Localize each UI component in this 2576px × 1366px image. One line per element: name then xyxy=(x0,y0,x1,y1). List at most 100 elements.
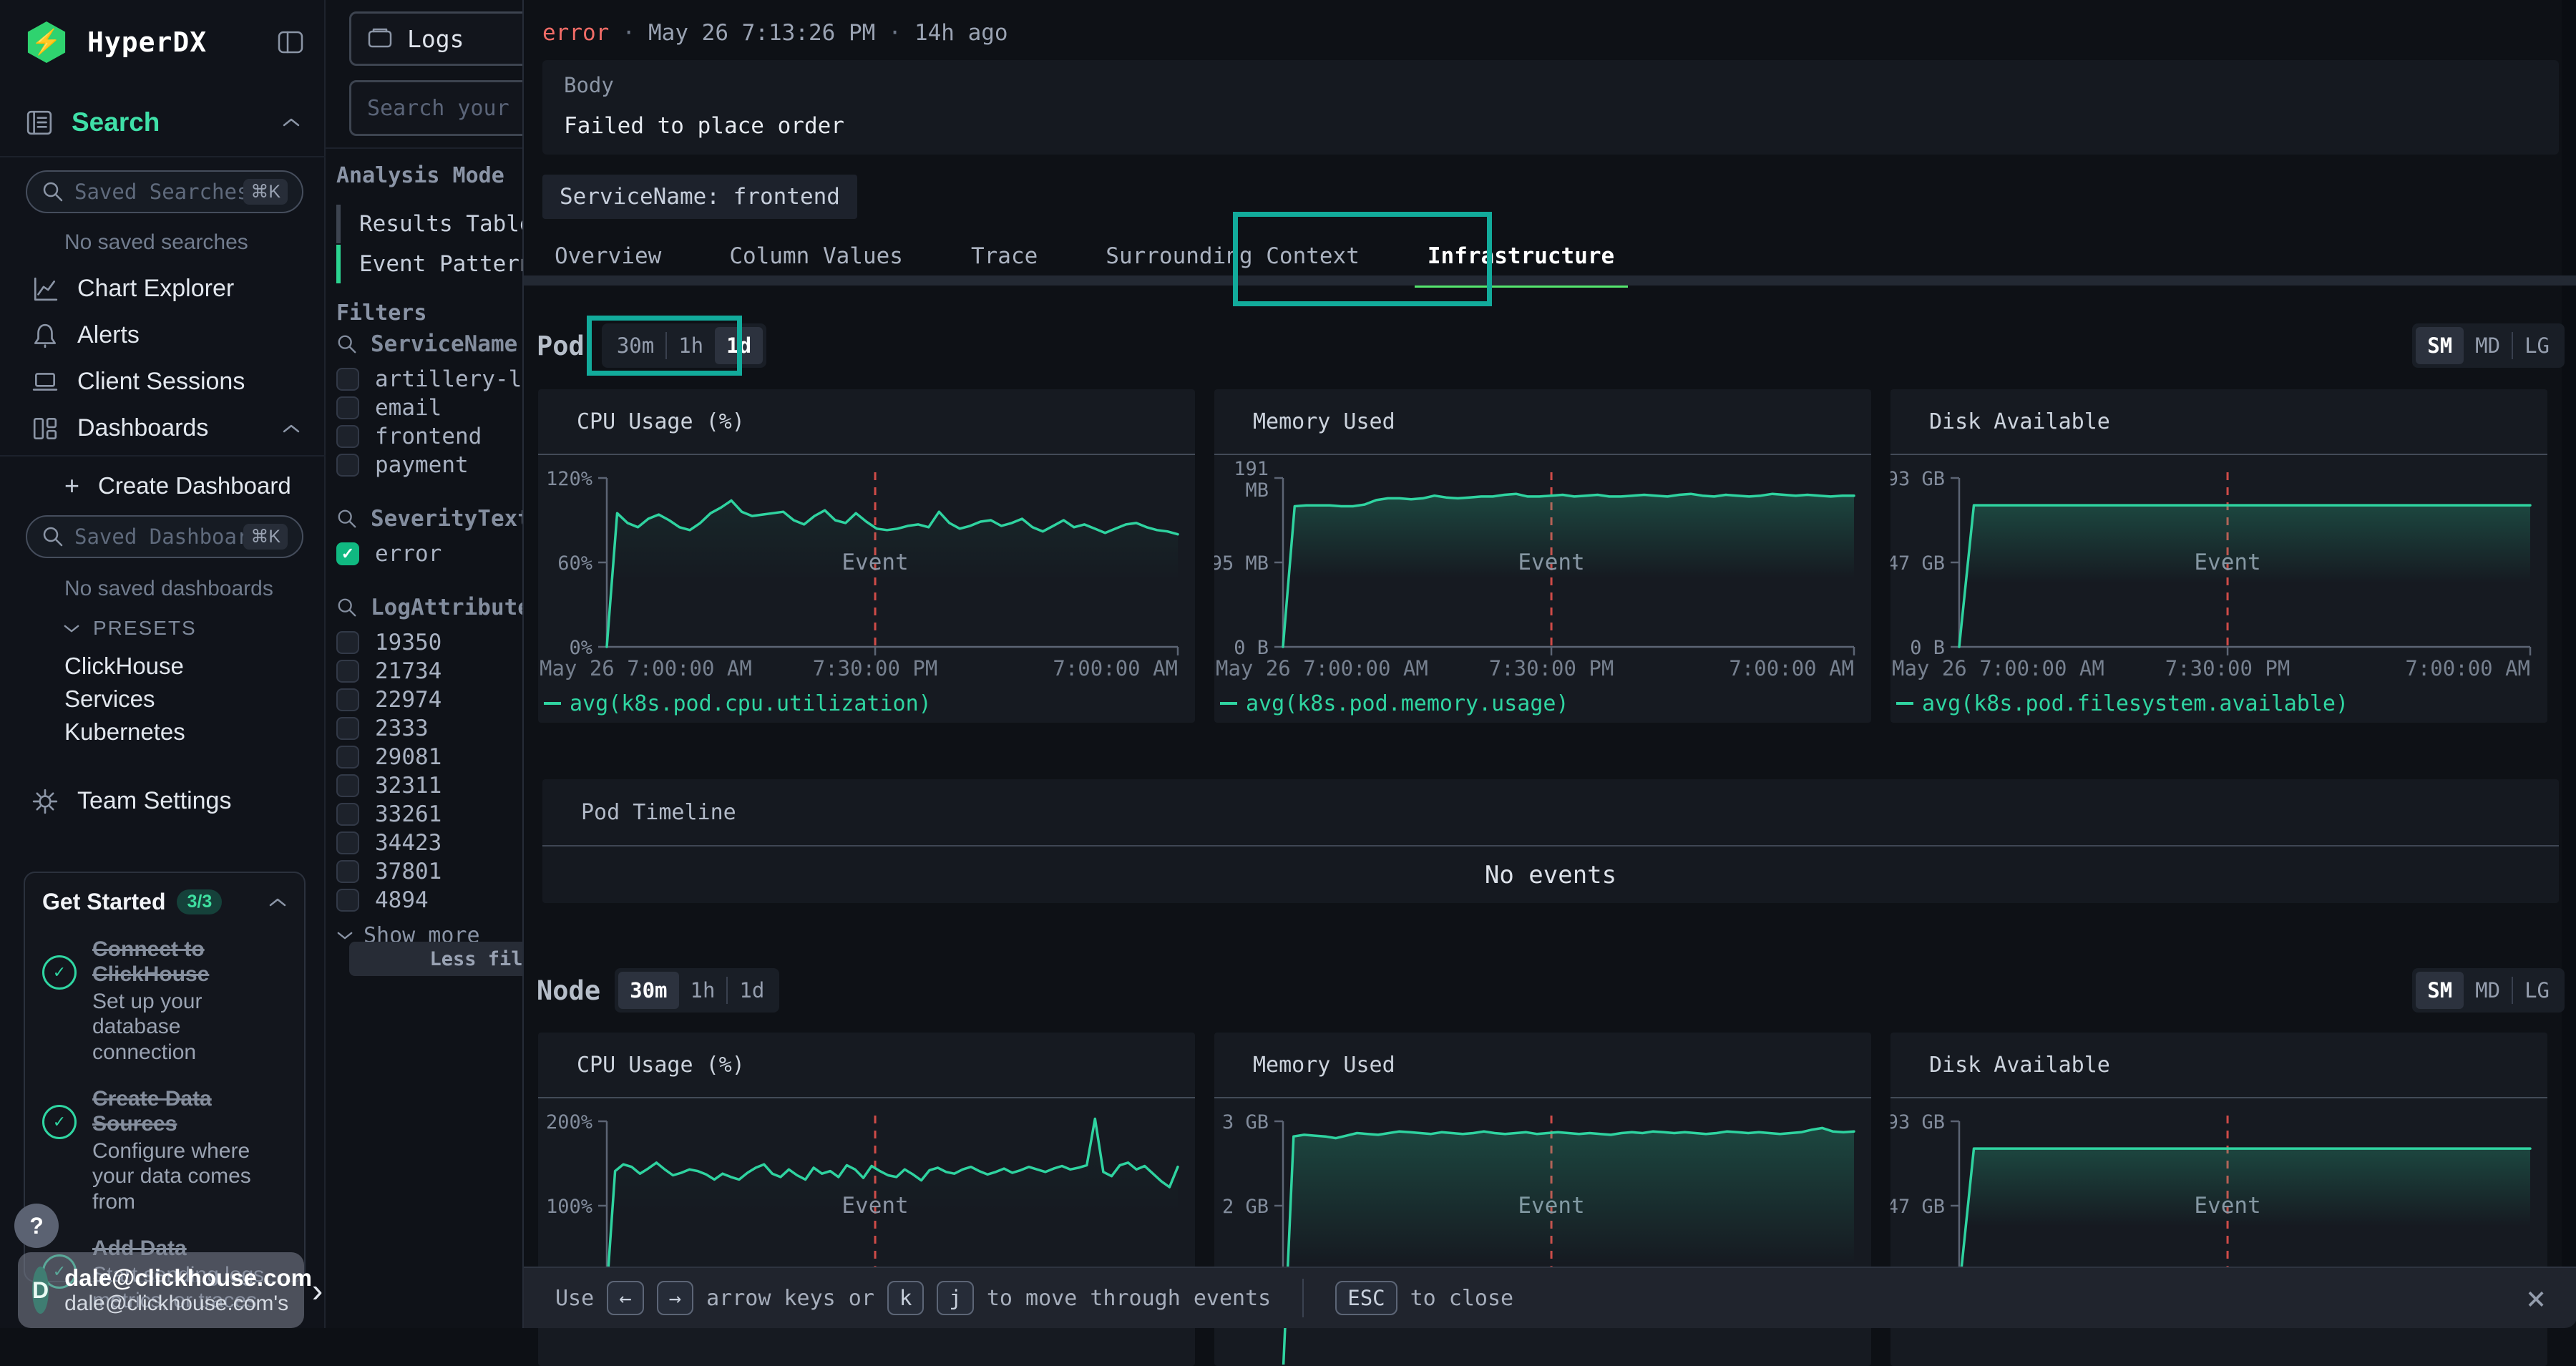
filter-option-row[interactable]: 34423 xyxy=(336,829,533,857)
filter-checkbox[interactable] xyxy=(336,889,359,912)
tab-column-values[interactable]: Column Values xyxy=(729,243,903,269)
body-value: Failed to place order xyxy=(564,113,2537,139)
filter-option-row[interactable]: 22974 xyxy=(336,686,533,714)
pod-memory-chart[interactable]: 191MB95 MB0 BEventMay 26 7:00:00 AM7:30:… xyxy=(1214,455,1871,721)
saved-dashboards-placeholder: Saved Dashboards xyxy=(74,525,243,549)
filter-option-row[interactable]: 2333 xyxy=(336,714,533,743)
analysis-mode-event-patterns[interactable]: Event Patterns xyxy=(336,245,546,283)
tab-trace[interactable]: Trace xyxy=(971,243,1038,269)
filter-option-row[interactable]: frontend xyxy=(336,422,533,451)
severity-badge: error xyxy=(542,20,609,46)
chevron-up-icon[interactable] xyxy=(268,897,287,908)
sidebar-collapse-icon[interactable] xyxy=(276,28,305,57)
get-started-step[interactable]: ✓ Create Data Sources Configure where yo… xyxy=(42,1086,287,1214)
create-dashboard-button[interactable]: + Create Dashboard xyxy=(64,471,333,501)
filter-option-row[interactable]: 37801 xyxy=(336,857,533,886)
analysis-mode-results-table[interactable]: Results Table xyxy=(336,205,533,243)
sidebar-item-search[interactable]: Search xyxy=(26,107,301,137)
range-1h[interactable]: 1h xyxy=(679,972,727,1009)
scrollbar-gutter[interactable] xyxy=(2562,0,2576,1267)
sidebar-item-team-settings[interactable]: Team Settings xyxy=(31,787,301,815)
size-sm[interactable]: SM xyxy=(2416,972,2464,1009)
close-icon[interactable]: × xyxy=(2526,1282,2546,1314)
plus-icon: + xyxy=(64,471,79,501)
user-menu[interactable]: D dale@clickhouse.com dale@clickhouse.co… xyxy=(18,1252,304,1328)
filter-option-row[interactable]: payment xyxy=(336,451,533,479)
size-md[interactable]: MD xyxy=(2464,972,2512,1009)
filter-checkbox[interactable] xyxy=(336,368,359,391)
sidebar-item-chart-explorer[interactable]: Chart Explorer xyxy=(31,275,301,303)
filter-checkbox[interactable]: ✓ xyxy=(336,542,359,565)
filter-option-row[interactable]: 33261 xyxy=(336,800,533,829)
filter-option-row[interactable]: ✓error xyxy=(336,540,533,568)
svg-text:7:00:00 AM: 7:00:00 AM xyxy=(1053,656,1178,680)
filter-checkbox[interactable] xyxy=(336,860,359,883)
saved-dashboards-input[interactable]: Saved Dashboards ⌘K xyxy=(26,515,303,558)
filter-option-label: email xyxy=(375,395,441,421)
chevron-up-icon[interactable] xyxy=(282,117,301,128)
pod-section-header: Pod 30m 1h 1d SM MD LG xyxy=(537,316,2565,376)
source-select-button[interactable]: Logs xyxy=(349,11,530,66)
filter-option-row[interactable]: 19350 xyxy=(336,628,533,657)
preset-services[interactable]: Services xyxy=(64,686,155,713)
range-1d[interactable]: 1d xyxy=(715,327,763,364)
hyperdx-app: ⚡ HyperDX Search Saved Searches ⌘K No sa… xyxy=(0,0,2576,1328)
chevron-up-icon[interactable] xyxy=(282,423,301,434)
preset-kubernetes[interactable]: Kubernetes xyxy=(64,718,185,746)
filter-checkbox[interactable] xyxy=(336,688,359,711)
step-title: Create Data Sources xyxy=(92,1086,287,1137)
size-lg[interactable]: LG xyxy=(2513,327,2561,364)
pod-disk-chart[interactable]: 93 GB47 GB0 BEventMay 26 7:00:00 AM7:30:… xyxy=(1890,455,2547,721)
filter-checkbox[interactable] xyxy=(336,746,359,769)
get-started-progress-badge: 3/3 xyxy=(177,889,222,914)
help-button[interactable]: ? xyxy=(14,1204,59,1248)
filter-checkbox[interactable] xyxy=(336,803,359,826)
size-sm[interactable]: SM xyxy=(2416,327,2464,364)
range-1d[interactable]: 1d xyxy=(728,972,776,1009)
presets-label: PRESETS xyxy=(93,617,197,640)
sidebar-item-client-sessions[interactable]: Client Sessions xyxy=(31,368,301,396)
filter-checkbox[interactable] xyxy=(336,454,359,477)
filter-option-row[interactable]: 21734 xyxy=(336,657,533,686)
range-1h[interactable]: 1h xyxy=(667,327,715,364)
chart-title: Memory Used xyxy=(1214,1033,1871,1098)
tab-infrastructure[interactable]: Infrastructure xyxy=(1428,243,1614,269)
no-saved-searches-text: No saved searches xyxy=(64,230,248,255)
size-lg[interactable]: LG xyxy=(2513,972,2561,1009)
sidebar-item-alerts[interactable]: Alerts xyxy=(31,321,301,349)
filter-checkbox[interactable] xyxy=(336,774,359,797)
filter-option-row[interactable]: artillery-loa xyxy=(336,365,533,394)
tab-surrounding-context[interactable]: Surrounding Context xyxy=(1106,243,1360,269)
filter-checkbox[interactable] xyxy=(336,631,359,654)
filter-group-header[interactable]: SeverityText xyxy=(336,502,533,535)
tabbar-divider xyxy=(524,275,2576,286)
filter-option-row[interactable]: 29081 xyxy=(336,743,533,771)
filter-group-header[interactable]: LogAttributes xyxy=(336,591,533,624)
footer-text: to close xyxy=(1410,1286,1514,1311)
filter-option-row[interactable]: email xyxy=(336,394,533,422)
service-name-tag[interactable]: ServiceName: frontend xyxy=(542,175,857,219)
filter-checkbox[interactable] xyxy=(336,396,359,419)
sidebar-item-dashboards[interactable]: Dashboards xyxy=(31,414,301,442)
size-md[interactable]: MD xyxy=(2464,327,2512,364)
get-started-step[interactable]: ✓ Connect to ClickHouse Set up your data… xyxy=(42,937,287,1065)
filter-checkbox[interactable] xyxy=(336,831,359,854)
svg-text:avg(k8s.pod.filesystem.availab: avg(k8s.pod.filesystem.available) xyxy=(1922,691,2348,716)
range-30m[interactable]: 30m xyxy=(605,327,665,364)
separator-dot: · xyxy=(622,20,635,46)
range-30m[interactable]: 30m xyxy=(618,972,678,1009)
preset-clickhouse[interactable]: ClickHouse xyxy=(64,653,184,680)
filter-checkbox[interactable] xyxy=(336,660,359,683)
pod-cpu-chart[interactable]: 120%60%0%EventMay 26 7:00:00 AM7:30:00 P… xyxy=(538,455,1195,721)
filter-option-row[interactable]: 32311 xyxy=(336,771,533,800)
filter-option-label: 21734 xyxy=(375,658,441,684)
event-search-input[interactable]: Search your ev xyxy=(349,80,530,136)
saved-searches-input[interactable]: Saved Searches ⌘K xyxy=(26,170,303,213)
filter-checkbox[interactable] xyxy=(336,717,359,740)
presets-toggle[interactable]: PRESETS xyxy=(63,617,197,640)
filter-group-header[interactable]: ServiceName xyxy=(336,328,533,361)
filter-group-label: LogAttributes xyxy=(371,595,545,620)
tab-overview[interactable]: Overview xyxy=(555,243,661,269)
filter-option-row[interactable]: 4894 xyxy=(336,886,533,914)
filter-checkbox[interactable] xyxy=(336,425,359,448)
